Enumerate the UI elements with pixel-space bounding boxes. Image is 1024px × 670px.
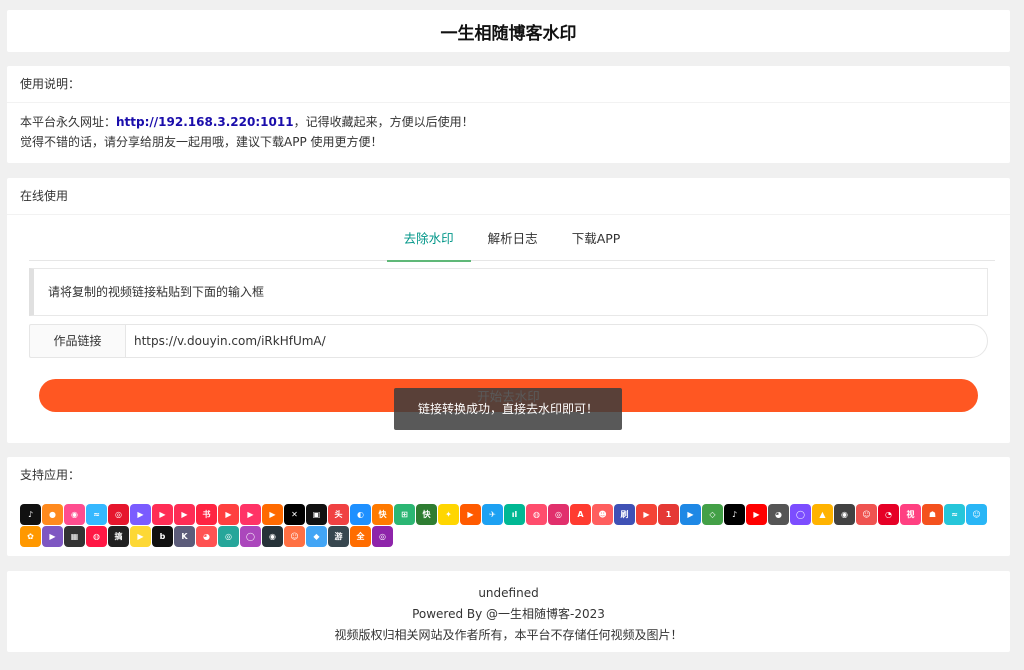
app-icon-11: ▶ xyxy=(240,504,261,525)
app-icon-37: ▲ xyxy=(812,504,833,525)
app-icon-60: 全 xyxy=(350,526,371,547)
page-title: 一生相随博客水印 xyxy=(440,23,577,44)
instagram-icon: ◎ xyxy=(548,504,569,525)
app-icon-35: ◕ xyxy=(768,504,789,525)
app-icon-10: ▶ xyxy=(218,504,239,525)
tab-download-app[interactable]: 下载APP xyxy=(555,225,638,261)
app-icon-36: ◯ xyxy=(790,504,811,525)
app-icon-39: ☺ xyxy=(856,504,877,525)
apps-heading: 支持应用： xyxy=(20,468,81,482)
app-icon-51: b xyxy=(152,526,173,547)
app-icon-7: ▶ xyxy=(152,504,173,525)
app-icon-4: ≈ xyxy=(86,504,107,525)
title-card: 一生相随博客水印 xyxy=(7,10,1010,52)
apps-card: 支持应用： ♪ ● ◉ ≈ ◎ ▶ ▶ ▶ 书 ▶ ▶ ▶ ✕ ▣ 头 ◐ 快 ⊞ 快 ✦ ▶ ✈ ıl ◍ ◎ A ☻ 刷 ▶ 1 ▶ ◇ ♪… xyxy=(7,457,1010,556)
app-icon-59: 游 xyxy=(328,526,349,547)
app-icon-3: ◉ xyxy=(64,504,85,525)
app-icon-grid: ♪ ● ◉ ≈ ◎ ▶ ▶ ▶ 书 ▶ ▶ ▶ ✕ ▣ 头 ◐ 快 ⊞ 快 ✦ ▶ ✈ ıl ◍ ◎ A ☻ 刷 ▶ 1 ▶ ◇ ♪ ▶ ◕ ◯ ▲ ◉ ☺… xyxy=(20,504,1000,547)
notice-card: 使用说明： 本平台永久网址：http://192.168.3.220:1011，… xyxy=(7,66,1010,163)
link-input-label: 作品链接 xyxy=(29,324,125,358)
app-icon-21: ▶ xyxy=(460,504,481,525)
notice-line-1-prefix: 本平台永久网址： xyxy=(20,115,117,129)
app-icon-27: ☻ xyxy=(592,504,613,525)
netease-music-icon: ◔ xyxy=(878,504,899,525)
app-icon-58: ◆ xyxy=(306,526,327,547)
app-icon-18: ⊞ xyxy=(394,504,415,525)
app-icon-12: ▶ xyxy=(262,504,283,525)
app-icon-41: 视 xyxy=(900,504,921,525)
tab-bar: 去除水印 解析日志 下载APP xyxy=(29,225,995,262)
toutiao-icon: 头 xyxy=(328,504,349,525)
notice-body: 本平台永久网址：http://192.168.3.220:1011，记得收藏起来… xyxy=(7,103,1010,161)
footer-powered-by: Powered By @一生相随博客-2023 xyxy=(412,607,605,621)
notice-line-1-suffix: ，记得收藏起来，方便以后使用！ xyxy=(293,115,474,129)
notice-line-2: 觉得不错的话，请分享给朋友一起用哦，建议下载APP 使用更方便！ xyxy=(20,135,383,149)
app-icon-42: ☗ xyxy=(922,504,943,525)
app-icon-38: ◉ xyxy=(834,504,855,525)
footer-line-1: undefined xyxy=(478,586,539,600)
app-icon-53: ◕ xyxy=(196,526,217,547)
app-icon-23: ıl xyxy=(504,504,525,525)
app-icon-8: ▶ xyxy=(174,504,195,525)
app-icon-54: ◎ xyxy=(218,526,239,547)
tab-remove-watermark[interactable]: 去除水印 xyxy=(386,225,471,262)
app-icon-43: ≈ xyxy=(944,504,965,525)
tab-parse-log[interactable]: 解析日志 xyxy=(471,225,555,261)
app-icon-16: ◐ xyxy=(350,504,371,525)
app-icon-28: 刷 xyxy=(614,504,635,525)
xiaohongshu-icon: 书 xyxy=(196,504,217,525)
app-icon-26: A xyxy=(570,504,591,525)
app-icon-48: ◍ xyxy=(86,526,107,547)
weibo-icon: ◎ xyxy=(108,504,129,525)
link-input-row: 作品链接 xyxy=(29,324,988,358)
youtube-icon: ▶ xyxy=(746,504,767,525)
capcut-icon: ✕ xyxy=(284,504,305,525)
app-icon-19: 快 xyxy=(416,504,437,525)
app-icon-29: ▶ xyxy=(636,504,657,525)
app-icon-31: ▶ xyxy=(680,504,701,525)
notice-line-1: 本平台永久网址：http://192.168.3.220:1011，记得收藏起来… xyxy=(20,112,997,132)
notice-heading: 使用说明： xyxy=(7,66,1010,103)
douyin-icon: ♪ xyxy=(20,504,41,525)
app-icon-32: ◇ xyxy=(702,504,723,525)
app-icon-57: ☺ xyxy=(284,526,305,547)
kuaishou-icon: 快 xyxy=(372,504,393,525)
app-icon-2: ● xyxy=(42,504,63,525)
app-icon-6: ▶ xyxy=(130,504,151,525)
success-toast: 链接转换成功，直接去水印即可！ xyxy=(394,388,622,430)
permanent-url-link[interactable]: http://192.168.3.220:1011 xyxy=(116,115,294,129)
app-icon-47: ▦ xyxy=(64,526,85,547)
app-icon-24: ◍ xyxy=(526,504,547,525)
app-icon-30: 1 xyxy=(658,504,679,525)
link-input[interactable] xyxy=(125,324,988,358)
app-icon-55: ◯ xyxy=(240,526,261,547)
app-icon-56: ◉ xyxy=(262,526,283,547)
online-heading: 在线使用 xyxy=(7,178,1010,215)
hint-box: 请将复制的视频链接粘贴到下面的输入框 xyxy=(29,268,988,316)
app-icon-50: ▶ xyxy=(130,526,151,547)
footer-card: undefined Powered By @一生相随博客-2023 视频版权归相… xyxy=(7,571,1010,652)
app-icon-52: K xyxy=(174,526,195,547)
app-icon-46: ▶ xyxy=(42,526,63,547)
app-icon-44: ☺ xyxy=(966,504,987,525)
app-icon-49: 搞 xyxy=(108,526,129,547)
tiktok-icon: ♪ xyxy=(724,504,745,525)
app-icon-45: ✿ xyxy=(20,526,41,547)
twitter-icon: ✈ xyxy=(482,504,503,525)
footer-copyright: 视频版权归相关网站及作者所有，本平台不存储任何视频及图片！ xyxy=(334,628,683,642)
app-icon-14: ▣ xyxy=(306,504,327,525)
app-icon-20: ✦ xyxy=(438,504,459,525)
app-icon-61: ◎ xyxy=(372,526,393,547)
